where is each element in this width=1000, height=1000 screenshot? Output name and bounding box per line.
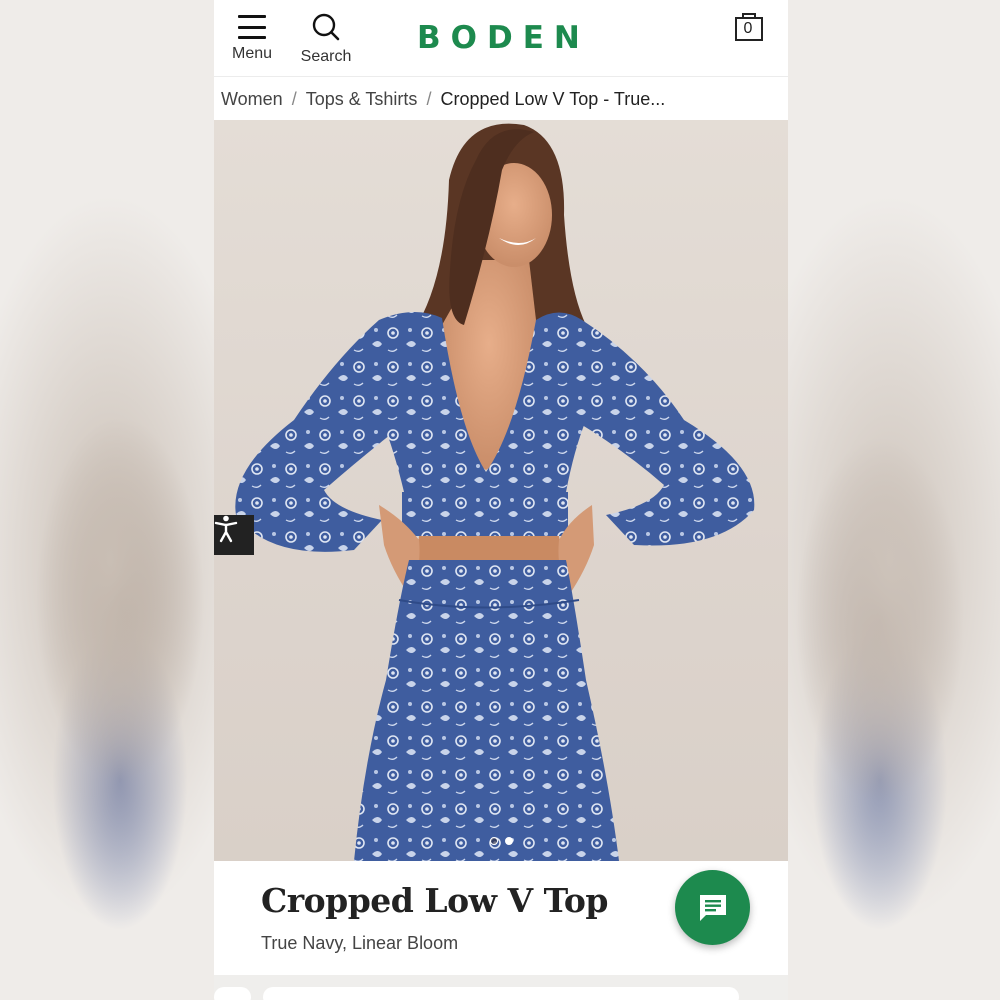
mobile-page: Menu Search BODEN 0 Women / Tops & Tshir… [214, 0, 788, 1000]
bottom-card[interactable] [263, 987, 739, 1000]
breadcrumb-women[interactable]: Women [221, 89, 283, 110]
product-image[interactable] [214, 120, 788, 861]
breadcrumb-separator: / [291, 88, 297, 109]
chat-icon [699, 894, 726, 921]
bottom-card-left[interactable] [214, 987, 251, 1000]
breadcrumb-tops-tshirts[interactable]: Tops & Tshirts [306, 89, 418, 110]
hamburger-icon [238, 15, 266, 39]
gallery-dot-2[interactable] [505, 837, 513, 845]
gallery-dot-1[interactable] [490, 837, 498, 845]
search-icon [312, 13, 340, 41]
bag-button[interactable]: 0 [734, 10, 766, 44]
breadcrumb: Women / Tops & Tshirts / Cropped Low V T… [221, 86, 665, 112]
product-title: Cropped Low V Top [261, 881, 608, 920]
breadcrumb-current: Cropped Low V Top - True... [440, 88, 666, 109]
breadcrumb-separator: / [426, 88, 432, 109]
search-button[interactable]: Search [300, 12, 352, 66]
product-info: Cropped Low V Top True Navy, Linear Bloo… [214, 861, 788, 975]
menu-label: Menu [231, 45, 273, 62]
menu-button[interactable]: Menu [230, 12, 274, 63]
model-photo-illustration [235, 123, 755, 861]
gallery-dots [490, 837, 513, 845]
product-color: True Navy, Linear Bloom [261, 933, 459, 953]
accessibility-button[interactable] [214, 515, 254, 555]
site-header: Menu Search BODEN 0 [214, 0, 788, 77]
chat-button[interactable] [675, 870, 750, 945]
bag-count: 0 [743, 20, 753, 37]
boden-logo[interactable]: BODEN [417, 20, 587, 56]
search-label: Search [300, 48, 352, 65]
accessibility-icon [214, 515, 238, 543]
